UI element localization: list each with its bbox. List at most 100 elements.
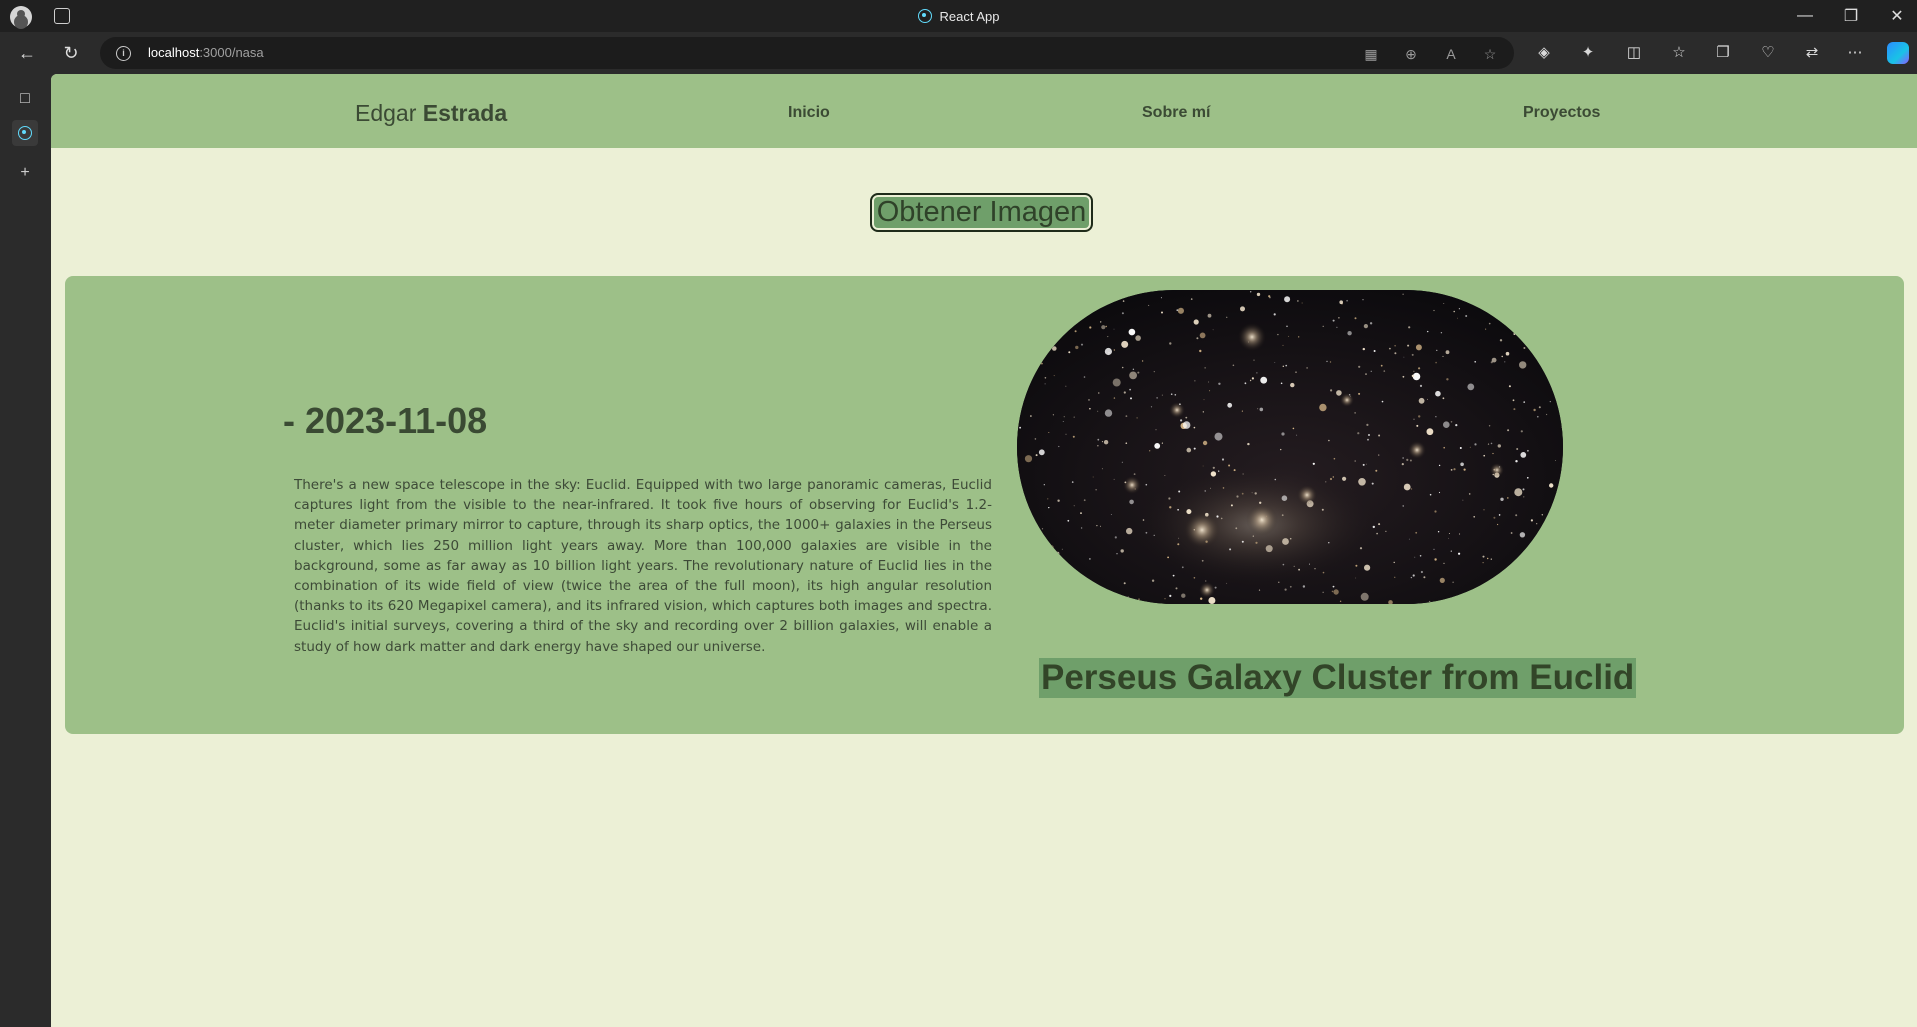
close-icon[interactable]: ✕ bbox=[1874, 0, 1917, 32]
tab-actions-icon[interactable]: □ bbox=[12, 86, 38, 112]
star-point bbox=[1467, 383, 1475, 391]
star-point bbox=[1482, 562, 1484, 564]
star-point bbox=[1378, 454, 1380, 456]
more-options-icon[interactable]: ⋯ bbox=[1845, 43, 1865, 63]
zoom-icon[interactable]: ⊕ bbox=[1402, 45, 1420, 63]
star-point bbox=[1138, 598, 1140, 600]
star-point bbox=[1254, 492, 1257, 495]
star-point bbox=[1328, 439, 1330, 442]
star-point bbox=[1290, 382, 1295, 388]
window-title-text: React App bbox=[939, 8, 1000, 24]
star-point bbox=[1196, 337, 1199, 340]
star-point bbox=[1072, 435, 1075, 438]
nav-link-proyectos[interactable]: Proyectos bbox=[1523, 104, 1600, 122]
star-point bbox=[1097, 445, 1099, 447]
star-point bbox=[1367, 438, 1369, 441]
star-point bbox=[1408, 538, 1410, 540]
star-point bbox=[1282, 365, 1284, 367]
get-image-button[interactable]: Obtener Imagen bbox=[870, 193, 1093, 232]
star-point bbox=[1129, 499, 1134, 505]
star-point bbox=[1319, 403, 1327, 412]
vertical-tabs-sidebar: □ + bbox=[0, 74, 51, 1027]
star-point bbox=[1063, 416, 1065, 418]
app-available-icon[interactable]: ▦ bbox=[1362, 45, 1380, 63]
share-icon[interactable]: ⇄ bbox=[1802, 43, 1822, 63]
star-point bbox=[1258, 589, 1261, 591]
star-point bbox=[1229, 548, 1232, 551]
address-url[interactable]: localhost:3000/nasa bbox=[148, 45, 264, 60]
star-point bbox=[1212, 329, 1214, 331]
collections-icon[interactable]: ❐ bbox=[1713, 43, 1733, 63]
star-point bbox=[1210, 487, 1211, 489]
star-point bbox=[1161, 394, 1163, 396]
star-point bbox=[1209, 390, 1211, 392]
star-point bbox=[1164, 475, 1166, 476]
restore-icon[interactable]: ❐ bbox=[1828, 0, 1874, 32]
split-screen-icon[interactable]: ◫ bbox=[1624, 43, 1644, 63]
star-point bbox=[1057, 594, 1059, 597]
star-point bbox=[1329, 361, 1332, 363]
star-point bbox=[1537, 415, 1539, 418]
address-bar[interactable]: i localhost:3000/nasa ▦ ⊕ A ☆ bbox=[100, 37, 1514, 69]
star-point bbox=[1128, 291, 1131, 294]
new-tab-icon[interactable]: + bbox=[12, 160, 38, 186]
star-point bbox=[1113, 349, 1115, 351]
star-point bbox=[1161, 442, 1163, 444]
star-point bbox=[1426, 428, 1434, 436]
star-point bbox=[1274, 362, 1276, 363]
brand-logo[interactable]: Edgar Estrada bbox=[355, 100, 507, 127]
read-aloud-icon[interactable]: A bbox=[1442, 45, 1460, 63]
star-point bbox=[1528, 317, 1531, 319]
star-point bbox=[1022, 340, 1030, 348]
shield-extension-icon[interactable]: ◈ bbox=[1534, 43, 1554, 63]
star-point bbox=[1017, 293, 1020, 296]
star-point bbox=[1499, 339, 1503, 342]
star-point bbox=[1049, 545, 1054, 550]
star-point bbox=[1408, 326, 1411, 329]
star-point bbox=[1105, 325, 1107, 328]
star-point bbox=[1253, 359, 1255, 361]
star-point bbox=[1259, 501, 1262, 504]
star-point bbox=[1160, 297, 1162, 299]
refresh-icon[interactable]: ↻ bbox=[58, 40, 84, 66]
nav-link-inicio[interactable]: Inicio bbox=[788, 104, 830, 122]
star-point bbox=[1207, 313, 1212, 318]
copilot-icon[interactable] bbox=[1887, 42, 1909, 64]
extensions-icon[interactable]: ✦ bbox=[1578, 43, 1598, 63]
star-point bbox=[1364, 564, 1371, 571]
star-point bbox=[1485, 328, 1487, 330]
star-point bbox=[1381, 400, 1384, 403]
star-point bbox=[1383, 370, 1386, 372]
star-point bbox=[1358, 478, 1366, 486]
star-point bbox=[1161, 311, 1163, 314]
back-icon[interactable]: ← bbox=[14, 40, 40, 66]
star-point bbox=[1321, 508, 1324, 511]
star-point bbox=[1256, 292, 1261, 297]
star-point bbox=[1513, 333, 1516, 335]
browser-essentials-icon[interactable]: ♡ bbox=[1758, 43, 1778, 63]
site-info-icon[interactable]: i bbox=[116, 46, 131, 61]
tab-react-app[interactable] bbox=[12, 120, 38, 146]
nav-link-sobre-mi[interactable]: Sobre mí bbox=[1142, 104, 1210, 122]
star-point bbox=[1038, 449, 1045, 456]
favorite-star-icon[interactable]: ☆ bbox=[1481, 45, 1499, 63]
star-point bbox=[1089, 558, 1091, 560]
star-point bbox=[1017, 553, 1020, 556]
star-point bbox=[1235, 527, 1238, 530]
minimize-icon[interactable]: — bbox=[1782, 0, 1828, 32]
star-point bbox=[1070, 307, 1073, 310]
star-point bbox=[1553, 300, 1556, 303]
star-point bbox=[1394, 352, 1397, 355]
star-point bbox=[1439, 577, 1445, 583]
star-point bbox=[1112, 378, 1121, 387]
star-point bbox=[1523, 401, 1525, 403]
star-point bbox=[1297, 300, 1299, 302]
star-point bbox=[1443, 446, 1445, 449]
star-point bbox=[1150, 406, 1153, 408]
favorites-icon[interactable]: ☆ bbox=[1669, 43, 1689, 63]
star-point bbox=[1136, 417, 1138, 419]
star-point bbox=[1547, 559, 1549, 561]
star-point bbox=[1516, 560, 1524, 568]
star-point bbox=[1100, 321, 1102, 323]
star-point bbox=[1355, 577, 1357, 579]
